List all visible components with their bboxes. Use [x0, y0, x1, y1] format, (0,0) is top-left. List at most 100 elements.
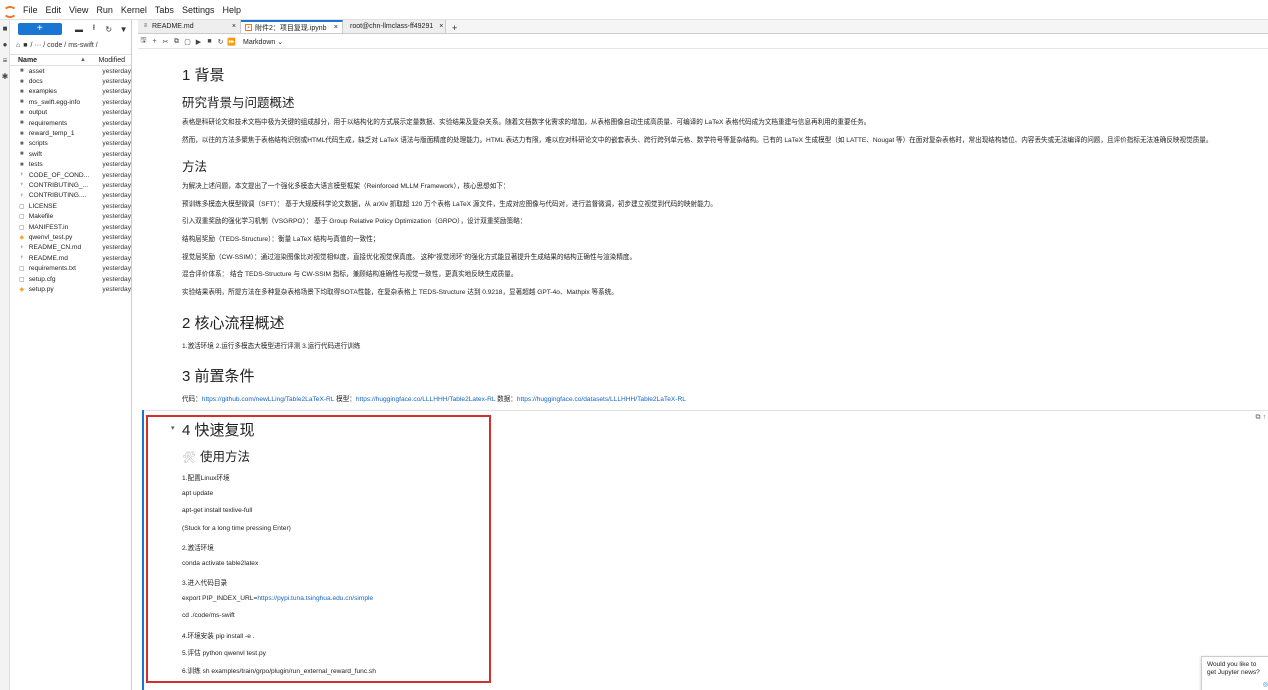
markdown-icon: ♆: [19, 255, 25, 262]
home-icon[interactable]: ⌂: [16, 42, 20, 49]
paragraph: 然而，以往的方法多聚焦于表格结构识别或HTML代码生成，缺乏对 LaTeX 语法…: [182, 137, 1213, 144]
file-modified: yesterday: [102, 78, 131, 86]
new-launcher-button[interactable]: +: [18, 23, 62, 35]
move-up-icon[interactable]: ↑: [1263, 414, 1267, 421]
usage-line: cd ./code/ms-swift: [182, 612, 235, 619]
file-name: CONTRIBUTING_...: [28, 181, 89, 189]
file-item[interactable]: ▢ LICENSE yesterday: [10, 201, 131, 211]
file-item[interactable]: ■ asset yesterday: [10, 66, 131, 76]
file-item[interactable]: ■ examples yesterday: [10, 87, 131, 97]
menu-help[interactable]: Help: [218, 5, 245, 15]
file-item[interactable]: ♆ CONTRIBUTING.... yesterday: [10, 191, 131, 201]
fast-forward-icon[interactable]: ⏩: [226, 38, 237, 46]
file-modified: yesterday: [102, 285, 131, 293]
file-modified: yesterday: [102, 98, 131, 106]
stop-icon[interactable]: ■: [204, 38, 215, 45]
sort-asc-icon[interactable]: ▲: [80, 57, 96, 63]
usage-line: conda activate table2latex: [182, 560, 259, 567]
menu-bar: File Edit View Run Kernel Tabs Settings …: [0, 0, 1268, 20]
folder-icon: ■: [20, 130, 24, 137]
add-tab-icon[interactable]: +: [446, 23, 463, 33]
folder-icon[interactable]: ■: [23, 42, 27, 49]
file-item[interactable]: ■ ms_swift.egg-info yesterday: [10, 97, 131, 107]
folder-icon[interactable]: ■: [0, 20, 10, 36]
column-modified[interactable]: Modified: [96, 57, 131, 64]
run-icon[interactable]: ▶: [193, 38, 204, 46]
file-modified: yesterday: [102, 192, 131, 200]
menu-file[interactable]: File: [19, 5, 42, 15]
tab-notebook[interactable]: ▪ 附件2：项目复现.ipynb ×: [241, 20, 343, 33]
paragraph: 结构层奖励（TEDS-Structure）：衡量 LaTeX 结构与真值的一致性…: [182, 236, 380, 243]
menu-kernel[interactable]: Kernel: [117, 5, 151, 15]
close-icon[interactable]: ×: [328, 24, 338, 31]
file-modified: yesterday: [102, 130, 131, 138]
filter-icon[interactable]: ▼: [116, 25, 131, 34]
save-icon[interactable]: 🖫: [138, 36, 149, 47]
menu-view[interactable]: View: [65, 5, 92, 15]
news-notification[interactable]: Would you like to get Jupyter news? ◎: [1201, 656, 1268, 690]
refresh-icon[interactable]: ↻: [101, 25, 116, 34]
file-item[interactable]: ◆ qwenvl_test.py yesterday: [10, 232, 131, 242]
extension-icon[interactable]: ✱: [0, 68, 10, 84]
folder-icon: ■: [20, 140, 24, 147]
model-link[interactable]: https://huggingface.co/LLLHHH/Table2Late…: [356, 396, 495, 403]
duplicate-icon[interactable]: ⧉: [1256, 414, 1261, 421]
pip-index-link[interactable]: https://pypi.tuna.tsinghua.edu.cn/simple: [257, 595, 373, 602]
file-modified: yesterday: [102, 67, 131, 75]
file-name: asset: [28, 67, 45, 75]
copy-icon[interactable]: ⧉: [171, 38, 182, 46]
file-item[interactable]: ■ requirements yesterday: [10, 118, 131, 128]
file-item[interactable]: ♆ README_CN.md yesterday: [10, 243, 131, 253]
tab-terminal[interactable]: root@chn-llmclass-ff49291 ×: [343, 20, 446, 33]
folder-icon: ■: [20, 161, 24, 168]
file-item[interactable]: ■ tests yesterday: [10, 160, 131, 170]
file-item[interactable]: ■ docs yesterday: [10, 76, 131, 86]
folder-icon: ■: [20, 99, 24, 106]
close-icon[interactable]: ×: [433, 23, 443, 30]
menu-tabs[interactable]: Tabs: [151, 5, 178, 15]
markdown-icon: ♆: [19, 172, 25, 179]
paragraph: 为解决上述问题，本文提出了一个强化多模态大语言模型框架（Reinforced M…: [182, 183, 510, 190]
new-folder-icon[interactable]: ▬: [72, 25, 87, 34]
file-item[interactable]: ♆ CONTRIBUTING_... yesterday: [10, 180, 131, 190]
tab-readme[interactable]: ≡ README.md ×: [138, 20, 241, 33]
menu-edit[interactable]: Edit: [42, 5, 66, 15]
active-cell-indicator: [142, 410, 144, 690]
subheading-usage: 🛠 使用方法: [182, 450, 250, 464]
close-icon[interactable]: ×: [226, 23, 236, 30]
cell-type-select[interactable]: Markdown ⌄: [243, 38, 283, 46]
file-item[interactable]: ■ swift yesterday: [10, 149, 131, 159]
file-item[interactable]: ▢ MANIFEST.in yesterday: [10, 222, 131, 232]
data-link[interactable]: https://huggingface.co/datasets/LLLHHH/T…: [517, 396, 686, 403]
python-icon: ◆: [19, 234, 25, 241]
file-item[interactable]: ▢ requirements.txt yesterday: [10, 263, 131, 273]
tab-label: README.md: [152, 23, 194, 30]
cut-icon[interactable]: ✂: [160, 38, 171, 46]
file-item[interactable]: ■ output yesterday: [10, 108, 131, 118]
toc-icon[interactable]: ≡: [0, 52, 10, 68]
menu-run[interactable]: Run: [92, 5, 117, 15]
paste-icon[interactable]: ▢: [182, 38, 193, 46]
menu-settings[interactable]: Settings: [178, 5, 219, 15]
file-name: README.md: [28, 254, 68, 262]
markdown-icon: ♆: [19, 192, 25, 199]
file-icon: ▢: [19, 203, 25, 210]
breadcrumb-path[interactable]: / ··· / code / ms-swift /: [30, 42, 97, 49]
add-cell-icon[interactable]: +: [149, 38, 160, 45]
file-item[interactable]: ♆ CODE_OF_COND... yesterday: [10, 170, 131, 180]
file-item[interactable]: ■ scripts yesterday: [10, 139, 131, 149]
markdown-icon: ≡: [143, 23, 148, 29]
column-name[interactable]: Name: [10, 57, 80, 64]
restart-icon[interactable]: ↻: [215, 38, 226, 46]
file-item[interactable]: ■ reward_temp_1 yesterday: [10, 128, 131, 138]
running-icon[interactable]: ●: [0, 36, 10, 52]
file-name: swift: [28, 150, 42, 158]
file-item[interactable]: ▢ setup.cfg yesterday: [10, 274, 131, 284]
file-item[interactable]: ▢ Makefile yesterday: [10, 211, 131, 221]
code-link[interactable]: https://github.com/newLLing/Table2LaTeX-…: [202, 396, 334, 403]
upload-icon[interactable]: ⭱: [86, 22, 101, 36]
file-item[interactable]: ♆ README.md yesterday: [10, 253, 131, 263]
paragraph: 引入双重奖励的强化学习机制（VSGRPO）： 基于 Group Relative…: [182, 218, 527, 225]
help-icon[interactable]: ◎: [1263, 681, 1268, 689]
file-item[interactable]: ◆ setup.py yesterday: [10, 284, 131, 294]
